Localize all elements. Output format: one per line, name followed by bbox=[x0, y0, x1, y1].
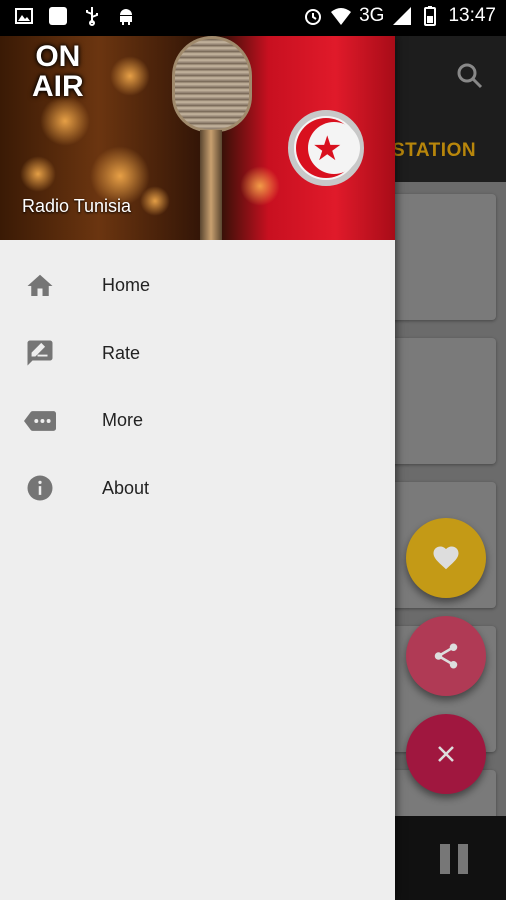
clock: 13:47 bbox=[448, 5, 496, 26]
favorite-button[interactable] bbox=[406, 518, 486, 598]
on-air-badge: ON AIR bbox=[32, 40, 84, 103]
menu-item-label: More bbox=[102, 410, 144, 431]
battery-icon bbox=[424, 6, 437, 26]
close-icon bbox=[438, 746, 454, 762]
drawer-menu: Home Rate More About bbox=[0, 252, 395, 522]
menu-item-more[interactable]: More bbox=[0, 387, 395, 455]
microphone-image bbox=[172, 36, 252, 132]
menu-item-label: Home bbox=[102, 275, 151, 296]
usb-icon bbox=[86, 7, 98, 26]
menu-item-rate[interactable]: Rate bbox=[0, 320, 395, 388]
image-icon bbox=[15, 8, 33, 24]
pause-icon[interactable] bbox=[440, 844, 468, 874]
drawer-title: Radio Tunisia bbox=[22, 196, 132, 216]
menu-item-about[interactable]: About bbox=[0, 455, 395, 523]
alarm-icon bbox=[305, 9, 322, 25]
info-icon bbox=[24, 472, 56, 504]
share-icon bbox=[434, 643, 458, 669]
rate-icon bbox=[24, 337, 56, 369]
menu-item-label: Rate bbox=[102, 342, 141, 363]
tab-station[interactable]: STATION bbox=[392, 140, 476, 162]
app-icon bbox=[49, 7, 67, 25]
signal-icon bbox=[393, 7, 412, 25]
wifi-icon bbox=[331, 8, 352, 25]
share-button[interactable] bbox=[406, 616, 486, 696]
star-icon: ★ bbox=[312, 130, 343, 168]
network-type: 3G bbox=[359, 5, 385, 26]
search-icon[interactable] bbox=[456, 62, 484, 90]
drawer-header: ★ ON AIR Radio Tunisia bbox=[0, 36, 395, 240]
heart-icon bbox=[433, 546, 459, 570]
navigation-drawer: ★ ON AIR Radio Tunisia Home Rate More Ab… bbox=[0, 36, 395, 900]
menu-item-label: About bbox=[102, 477, 150, 498]
android-icon bbox=[120, 9, 132, 25]
more-icon bbox=[24, 405, 56, 437]
menu-item-home[interactable]: Home bbox=[0, 252, 395, 320]
close-button[interactable] bbox=[406, 714, 486, 794]
status-bar: 3G 13:47 bbox=[0, 0, 506, 36]
home-icon bbox=[24, 270, 56, 302]
